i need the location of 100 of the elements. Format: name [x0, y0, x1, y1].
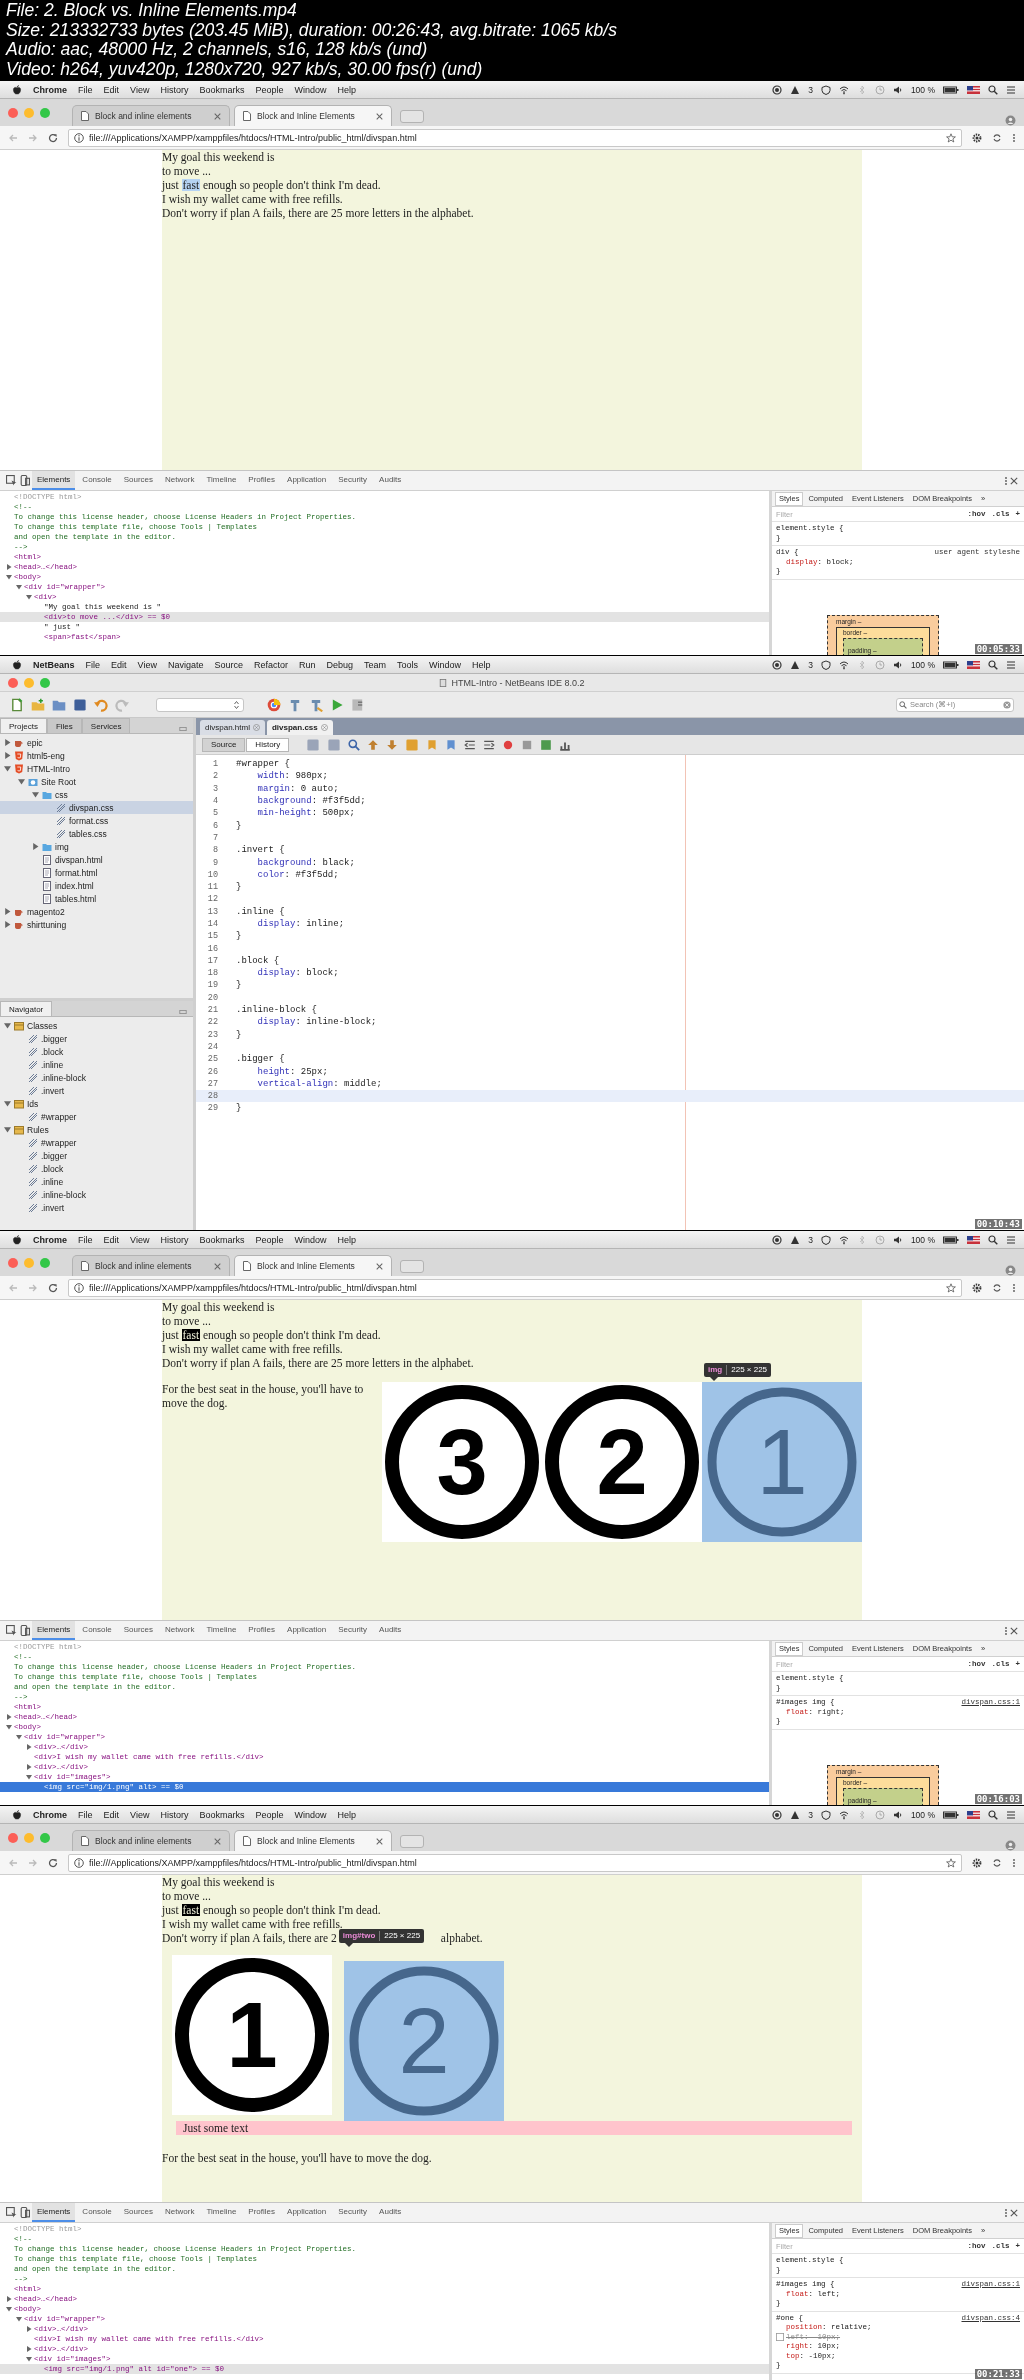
- sync-icon[interactable]: [992, 1857, 1002, 1868]
- disclosure-triangle-icon[interactable]: [6, 1714, 12, 1720]
- more-icon[interactable]: [1004, 1625, 1008, 1636]
- tree-item[interactable]: magento2: [0, 905, 193, 918]
- shift-left-icon[interactable]: [464, 738, 477, 751]
- inspect-icon[interactable]: [6, 1625, 17, 1636]
- list-icon[interactable]: [1006, 84, 1016, 95]
- new-file-icon[interactable]: [10, 697, 24, 712]
- disclosure-triangle-icon[interactable]: [18, 778, 25, 785]
- profile-icon[interactable]: [1005, 115, 1016, 126]
- devtools-tab[interactable]: Console: [77, 471, 117, 490]
- tree-item[interactable]: html5-eng: [0, 749, 193, 762]
- flag-icon[interactable]: [967, 1234, 980, 1245]
- devtools-tab[interactable]: Sources: [118, 1621, 159, 1640]
- close-icon[interactable]: [376, 1837, 383, 1845]
- triangle-icon[interactable]: [790, 659, 801, 670]
- record-icon[interactable]: [772, 1809, 783, 1820]
- tree-item[interactable]: #wrapper: [0, 1110, 193, 1123]
- menu-item[interactable]: People: [255, 1234, 284, 1245]
- menu-app-name[interactable]: NetBeans: [33, 659, 75, 670]
- menu-app-name[interactable]: Chrome: [33, 1234, 67, 1245]
- browser-tab[interactable]: Block and Inline Elements: [234, 1830, 392, 1851]
- star-icon[interactable]: [946, 132, 956, 143]
- browser-tab[interactable]: Block and inline elements: [72, 1255, 230, 1276]
- disclosure-triangle-icon[interactable]: [4, 765, 11, 772]
- list-icon[interactable]: [1006, 1809, 1016, 1820]
- disclosure-triangle-icon[interactable]: [16, 2316, 22, 2322]
- menu-item[interactable]: Bookmarks: [199, 84, 245, 95]
- tree-item[interactable]: tables.html: [0, 892, 193, 905]
- menu-item[interactable]: Help: [337, 1234, 356, 1245]
- devtools-tab[interactable]: Timeline: [201, 471, 242, 490]
- tree-item[interactable]: .invert: [0, 1201, 193, 1214]
- device-icon[interactable]: [19, 475, 30, 486]
- close-icon[interactable]: [1010, 1626, 1018, 1635]
- triangle-icon[interactable]: [790, 1809, 801, 1820]
- disclosure-triangle-icon[interactable]: [4, 1126, 11, 1133]
- disclosure-triangle-icon[interactable]: [32, 791, 39, 798]
- wifi-icon[interactable]: [838, 659, 849, 670]
- devtools-tab[interactable]: Profiles: [243, 1621, 281, 1640]
- tree-item[interactable]: Ids: [0, 1097, 193, 1110]
- device-icon[interactable]: [19, 1625, 30, 1636]
- devtools-tab[interactable]: Audits: [374, 2203, 407, 2222]
- menu-item[interactable]: File: [78, 84, 93, 95]
- devtools-tab[interactable]: Sources: [118, 2203, 159, 2222]
- menu-item[interactable]: File: [78, 1234, 93, 1245]
- browser-icon[interactable]: [267, 697, 281, 712]
- gear-icon[interactable]: [972, 1857, 982, 1868]
- view-toggle-button[interactable]: Source: [202, 737, 246, 752]
- menu-item[interactable]: Help: [337, 84, 356, 95]
- devtools-tab[interactable]: Profiles: [243, 471, 281, 490]
- menu-item[interactable]: History: [160, 1234, 189, 1245]
- window-close-button[interactable]: [8, 677, 18, 688]
- devtools-tab[interactable]: Security: [333, 1621, 373, 1640]
- close-icon[interactable]: [214, 1837, 221, 1845]
- profile-icon[interactable]: [1005, 1265, 1016, 1276]
- tree-item[interactable]: #wrapper: [0, 1136, 193, 1149]
- search-icon[interactable]: [988, 1234, 998, 1245]
- tree-item[interactable]: .block: [0, 1162, 193, 1175]
- arrow-down-icon[interactable]: [386, 738, 399, 751]
- record-icon[interactable]: [772, 659, 783, 670]
- more-icon[interactable]: [1012, 132, 1016, 143]
- tree-item[interactable]: format.html: [0, 866, 193, 879]
- disclosure-triangle-icon[interactable]: [26, 1744, 32, 1750]
- devtools-tab[interactable]: Console: [77, 2203, 117, 2222]
- tree-item[interactable]: Rules: [0, 1123, 193, 1136]
- close-icon[interactable]: [214, 1262, 221, 1270]
- devtools-tab[interactable]: Profiles: [243, 2203, 281, 2222]
- disclosure-triangle-icon[interactable]: [6, 1724, 12, 1730]
- menu-item[interactable]: Edit: [103, 1234, 120, 1245]
- sync-icon[interactable]: [992, 132, 1002, 143]
- address-field[interactable]: file:///Applications/XAMPP/xamppfiles/htdocs/HTML-Intro/public_html/divspan.html: [68, 1278, 962, 1297]
- tree-item[interactable]: divspan.html: [0, 853, 193, 866]
- search-icon[interactable]: [348, 738, 361, 751]
- tree-item[interactable]: epic: [0, 736, 193, 749]
- close-icon[interactable]: [214, 112, 221, 120]
- disclosure-triangle-icon[interactable]: [4, 1100, 11, 1107]
- flag-icon[interactable]: [967, 84, 980, 95]
- run-icon[interactable]: [330, 697, 344, 712]
- menu-item[interactable]: People: [255, 84, 284, 95]
- inspect-icon[interactable]: [6, 2207, 17, 2218]
- disclosure-triangle-icon[interactable]: [4, 921, 11, 928]
- reload-icon[interactable]: [48, 132, 58, 143]
- flag-icon[interactable]: [967, 1809, 980, 1820]
- browser-tab[interactable]: Block and inline elements: [72, 1830, 230, 1851]
- menu-item[interactable]: Window: [294, 1234, 327, 1245]
- tree-item[interactable]: .invert: [0, 1084, 193, 1097]
- devtools-tab[interactable]: Elements: [32, 471, 76, 490]
- panel-tab[interactable]: Services: [81, 718, 131, 733]
- panel-tab[interactable]: Projects: [0, 718, 47, 733]
- editor-tab[interactable]: divspan.css: [266, 720, 333, 735]
- devtools-tab[interactable]: Network: [160, 1621, 200, 1640]
- menu-item[interactable]: View: [137, 659, 157, 670]
- search-icon[interactable]: [988, 1809, 998, 1820]
- disclosure-triangle-icon[interactable]: [26, 2346, 32, 2352]
- menu-item[interactable]: Run: [299, 659, 316, 670]
- list-icon[interactable]: [1006, 1234, 1016, 1245]
- tree-item[interactable]: css: [0, 788, 193, 801]
- devtools-tab[interactable]: Timeline: [201, 2203, 242, 2222]
- browser-tab[interactable]: Block and Inline Elements: [234, 1255, 392, 1276]
- wifi-icon[interactable]: [838, 1234, 849, 1245]
